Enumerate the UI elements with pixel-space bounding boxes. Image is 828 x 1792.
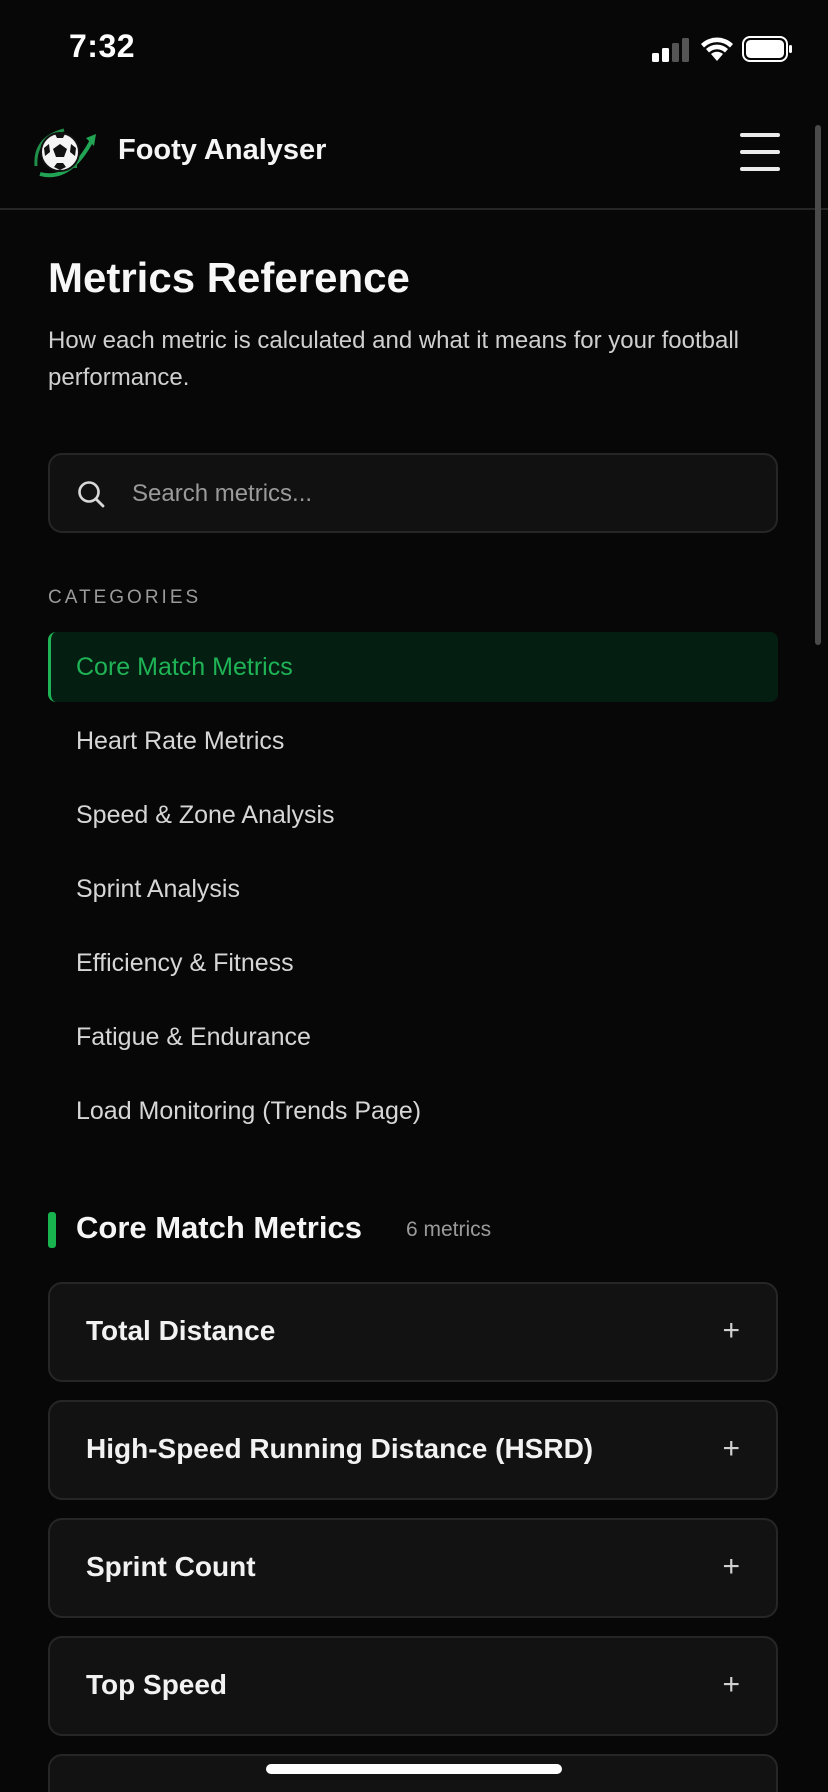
- search-icon: [78, 481, 105, 508]
- metric-card-total-distance[interactable]: Total Distance +: [48, 1282, 778, 1382]
- expand-plus-icon[interactable]: +: [722, 1432, 740, 1466]
- category-heart-rate-metrics[interactable]: Heart Rate Metrics: [48, 706, 778, 776]
- status-time: 7:32: [69, 28, 136, 64]
- category-list: Core Match Metrics Heart Rate Metrics Sp…: [48, 632, 778, 1150]
- app-title[interactable]: Footy Analyser: [118, 134, 326, 167]
- cellular-signal-icon: [652, 38, 689, 62]
- battery-icon: [742, 36, 792, 62]
- section-accent-bar: [48, 1212, 56, 1248]
- metric-title: Total Distance: [86, 1315, 276, 1346]
- menu-line: [740, 167, 780, 171]
- metric-card-sprint-count[interactable]: Sprint Count +: [48, 1518, 778, 1618]
- soccer-ball-logo-icon[interactable]: [30, 122, 100, 184]
- expand-plus-icon[interactable]: +: [722, 1314, 740, 1348]
- menu-line: [740, 150, 780, 154]
- screen: 7:32 Footy Analyser Metrics Reference Ho…: [0, 0, 828, 1792]
- category-core-match-metrics[interactable]: Core Match Metrics: [48, 632, 778, 702]
- category-sprint-analysis[interactable]: Sprint Analysis: [48, 854, 778, 924]
- category-fatigue-endurance[interactable]: Fatigue & Endurance: [48, 1002, 778, 1072]
- search-box[interactable]: [48, 453, 778, 533]
- section-title: Core Match Metrics: [76, 1210, 362, 1245]
- metric-title: High-Speed Running Distance (HSRD): [86, 1433, 594, 1464]
- home-indicator[interactable]: [266, 1764, 562, 1774]
- metric-title: Top Speed: [86, 1669, 228, 1700]
- page-title: Metrics Reference: [48, 254, 410, 301]
- categories-heading: CATEGORIES: [48, 587, 202, 608]
- category-speed-zone-analysis[interactable]: Speed & Zone Analysis: [48, 780, 778, 850]
- section-metric-count: 6 metrics: [406, 1218, 492, 1241]
- category-efficiency-fitness[interactable]: Efficiency & Fitness: [48, 928, 778, 998]
- metric-title: Sprint Count: [86, 1551, 256, 1582]
- app-header: Footy Analyser: [0, 100, 828, 210]
- wifi-icon: [701, 37, 733, 61]
- section-header: Core Match Metrics 6 metrics: [48, 1210, 778, 1250]
- hamburger-menu-icon[interactable]: [738, 130, 782, 174]
- metric-card-top-speed[interactable]: Top Speed +: [48, 1636, 778, 1736]
- expand-plus-icon[interactable]: +: [722, 1550, 740, 1584]
- page-subtitle: How each metric is calculated and what i…: [48, 327, 739, 391]
- menu-line: [740, 133, 780, 137]
- scrollbar[interactable]: [815, 125, 821, 645]
- category-load-monitoring[interactable]: Load Monitoring (Trends Page): [48, 1076, 778, 1146]
- status-bar: 7:32: [0, 0, 828, 100]
- metric-card-hsrd[interactable]: High-Speed Running Distance (HSRD) +: [48, 1400, 778, 1500]
- search-input[interactable]: [130, 455, 754, 533]
- expand-plus-icon[interactable]: +: [722, 1668, 740, 1702]
